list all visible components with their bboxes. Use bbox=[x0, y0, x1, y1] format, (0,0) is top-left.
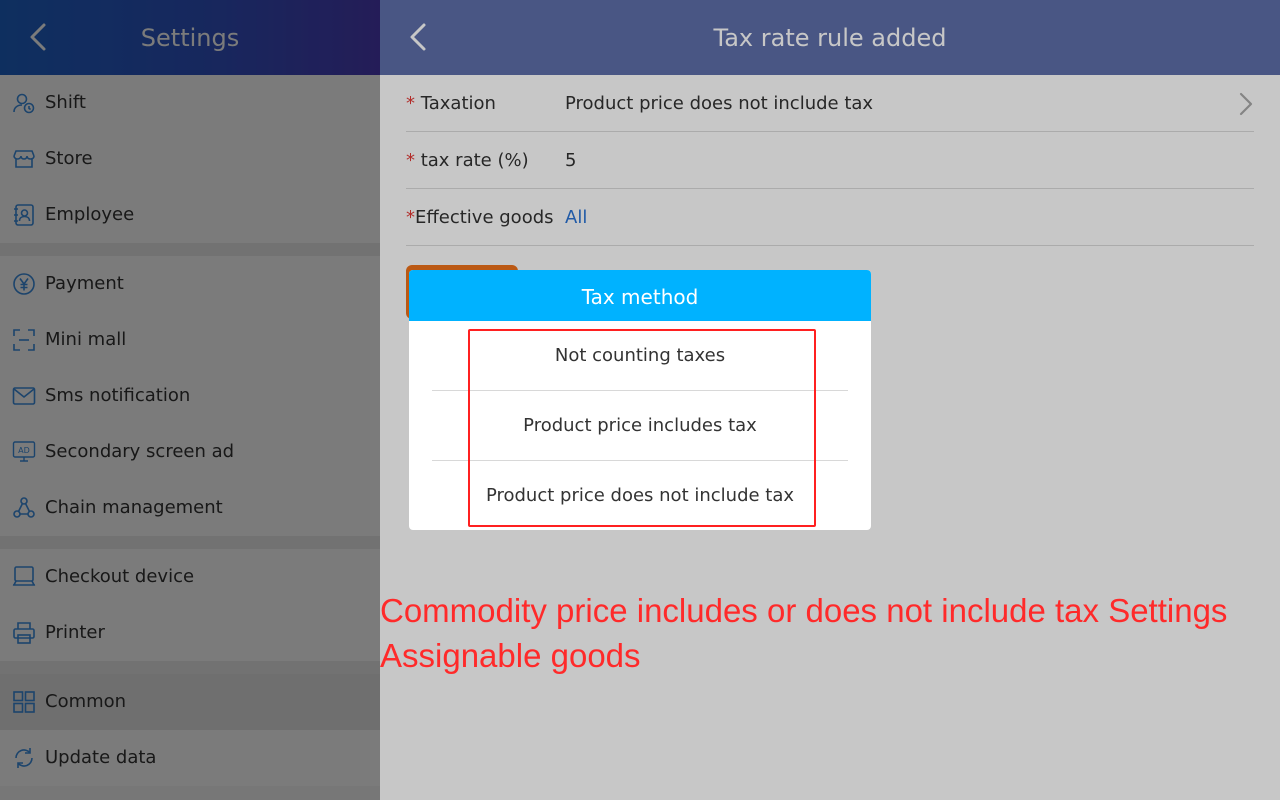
dialog-title: Tax method bbox=[581, 285, 699, 309]
annotation-line-2: Assignable goods bbox=[380, 637, 641, 674]
option-price-excludes-tax[interactable]: Product price does not include tax bbox=[432, 461, 848, 530]
dialog-header: Tax method bbox=[409, 270, 871, 321]
sidebar-dim-overlay bbox=[0, 0, 380, 800]
option-not-counting-taxes[interactable]: Not counting taxes bbox=[432, 321, 848, 391]
option-price-includes-tax[interactable]: Product price includes tax bbox=[432, 391, 848, 461]
tax-method-dialog: Tax method Not counting taxes Product pr… bbox=[409, 270, 871, 530]
annotation-line-1: Commodity price includes or does not inc… bbox=[380, 592, 1228, 629]
annotation-text: Commodity price includes or does not inc… bbox=[380, 588, 1280, 678]
